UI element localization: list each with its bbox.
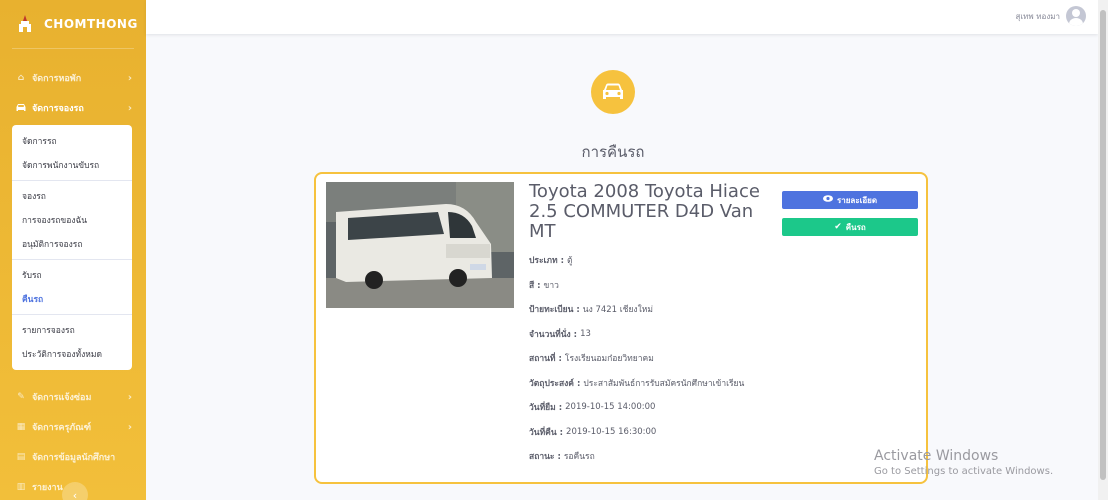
return-car-button[interactable]: ✔ คืนรถ bbox=[782, 218, 918, 236]
watermark-title: Activate Windows bbox=[874, 448, 999, 464]
sidebar-item-label: จัดการข้อมูลนักศึกษา bbox=[32, 453, 116, 463]
user-table-icon: ▤ bbox=[16, 452, 26, 462]
user-menu[interactable]: สุเทพ ทองมา bbox=[1016, 6, 1086, 26]
sidebar-item-label: จัดการแจ้งซ่อม bbox=[32, 393, 92, 403]
vehicle-card: Toyota 2008 Toyota Hiace 2.5 COMMUTER D4… bbox=[314, 172, 928, 484]
submenu-book-car[interactable]: จองรถ bbox=[12, 184, 132, 208]
field-label: วัตถุประสงค์ : bbox=[529, 378, 581, 389]
field-seats: จำนวนที่นั่ง : 13 bbox=[529, 322, 774, 347]
field-label: ป้ายทะเบียน : bbox=[529, 305, 580, 316]
windows-activation-watermark: Activate Windows Go to Settings to activ… bbox=[874, 448, 1053, 477]
field-label: สถานะ : bbox=[529, 452, 561, 463]
user-name: สุเทพ ทองมา bbox=[1015, 11, 1060, 21]
submenu-divider bbox=[12, 314, 132, 315]
home-icon: ⌂ bbox=[17, 73, 25, 83]
chevron-left-icon: ‹ bbox=[72, 488, 78, 500]
page-title: การคืนรถ bbox=[581, 143, 645, 161]
sidebar-item-label: รายงาน bbox=[32, 483, 63, 493]
field-value: 13 bbox=[580, 328, 591, 339]
field-return-date: วันที่คืน : 2019-10-15 16:30:00 bbox=[529, 420, 774, 445]
sidebar: CHOMTHONG ⌂ จัดการหอพัก › จัดการจองรถ › … bbox=[0, 0, 146, 500]
field-label: สถานที่ : bbox=[529, 354, 562, 365]
eye-icon bbox=[822, 195, 833, 205]
chevron-right-icon: › bbox=[127, 391, 132, 403]
field-type: ประเภท : ตู้ bbox=[529, 248, 774, 273]
topbar: สุเทพ ทองมา bbox=[146, 0, 1098, 34]
field-value: รอคืนรถ bbox=[563, 452, 595, 463]
chevron-right-icon: › bbox=[127, 421, 132, 433]
vehicle-info: Toyota 2008 Toyota Hiace 2.5 COMMUTER D4… bbox=[529, 182, 774, 469]
field-value: 2019-10-15 14:00:00 bbox=[565, 402, 656, 413]
brand-name: CHOMTHONG bbox=[44, 17, 138, 31]
submenu-manage-drivers[interactable]: จัดการพนักงานขับรถ bbox=[12, 153, 132, 177]
field-value: 2019-10-15 16:30:00 bbox=[566, 426, 657, 437]
sidebar-item-equipment[interactable]: ▦ จัดการครุภัณฑ์ › bbox=[0, 412, 146, 442]
field-label: วันที่ยืม : bbox=[529, 403, 563, 414]
field-value: ตู้ bbox=[567, 256, 573, 267]
submenu-divider bbox=[12, 180, 132, 181]
return-car-button-label: คืนรถ bbox=[845, 222, 866, 232]
temple-logo-icon bbox=[18, 15, 32, 33]
sidebar-item-repairs[interactable]: ✎ จัดการแจ้งซ่อม › bbox=[0, 382, 146, 412]
submenu-booking-history[interactable]: ประวัติการจองทั้งหมด bbox=[12, 342, 132, 366]
scrollbar-thumb[interactable] bbox=[1100, 10, 1106, 480]
table-icon: ▦ bbox=[16, 422, 26, 432]
chevron-down-icon: › bbox=[127, 102, 132, 114]
sidebar-item-car-booking[interactable]: จัดการจองรถ › bbox=[0, 93, 146, 123]
field-label: สี : bbox=[529, 280, 541, 291]
detail-button[interactable]: รายละเอียด bbox=[782, 191, 918, 209]
detail-button-label: รายละเอียด bbox=[836, 195, 878, 205]
submenu-divider bbox=[12, 259, 132, 260]
sidebar-item-dormitory[interactable]: ⌂ จัดการหอพัก › bbox=[0, 63, 146, 93]
field-color: สี : ขาว bbox=[529, 273, 774, 298]
field-label: จำนวนที่นั่ง : bbox=[529, 329, 578, 340]
submenu-my-bookings[interactable]: การจองรถของฉัน bbox=[12, 208, 132, 232]
sidebar-item-label: จัดการหอพัก bbox=[32, 74, 82, 84]
car-booking-submenu: จัดการรถ จัดการพนักงานขับรถ จองรถ การจอง… bbox=[12, 125, 132, 370]
car-icon bbox=[16, 103, 26, 113]
submenu-manage-cars[interactable]: จัดการรถ bbox=[12, 129, 132, 153]
submenu-booking-list[interactable]: รายการจองรถ bbox=[12, 318, 132, 342]
field-borrow-date: วันที่ยืม : 2019-10-15 14:00:00 bbox=[529, 395, 774, 420]
field-value: ประสาสัมพันธ์การรับสมัครนักศึกษาเข้าเรีย… bbox=[583, 378, 745, 389]
car-icon bbox=[591, 70, 635, 114]
field-label: ประเภท : bbox=[529, 256, 564, 267]
user-avatar-icon bbox=[1066, 6, 1086, 26]
submenu-return-car[interactable]: คืนรถ bbox=[12, 287, 132, 311]
page-scrollbar[interactable] bbox=[1098, 0, 1108, 500]
watermark-subtitle: Go to Settings to activate Windows. bbox=[874, 466, 1054, 477]
field-location: สถานที่ : โรงเรียนอมก๋อยวิทยาคม bbox=[529, 346, 774, 371]
sidebar-item-label: จัดการครุภัณฑ์ bbox=[32, 423, 92, 433]
sidebar-item-students[interactable]: ▤ จัดการข้อมูลนักศึกษา bbox=[0, 442, 146, 472]
field-value: ขาว bbox=[543, 280, 559, 291]
field-label: วันที่คืน : bbox=[529, 427, 564, 438]
field-status: สถานะ : รอคืนรถ bbox=[529, 444, 774, 469]
field-purpose: วัตถุประสงค์ : ประสาสัมพันธ์การรับสมัครน… bbox=[529, 371, 774, 396]
vehicle-photo bbox=[326, 182, 514, 308]
chart-icon: ▥ bbox=[16, 482, 26, 492]
chevron-right-icon: › bbox=[127, 72, 132, 84]
field-value: นง 7421 เชียงใหม่ bbox=[582, 305, 653, 316]
check-icon: ✔ bbox=[834, 222, 842, 232]
submenu-approve-bookings[interactable]: อนุมัติการจองรถ bbox=[12, 232, 132, 256]
brand[interactable]: CHOMTHONG bbox=[0, 0, 146, 48]
wrench-icon: ✎ bbox=[17, 392, 25, 402]
field-value: โรงเรียนอมก๋อยวิทยาคม bbox=[564, 354, 654, 365]
vehicle-title: Toyota 2008 Toyota Hiace 2.5 COMMUTER D4… bbox=[529, 181, 760, 242]
sidebar-item-label: จัดการจองรถ bbox=[32, 104, 84, 114]
submenu-receive-car[interactable]: รับรถ bbox=[12, 263, 132, 287]
field-license-plate: ป้ายทะเบียน : นง 7421 เชียงใหม่ bbox=[529, 297, 774, 322]
